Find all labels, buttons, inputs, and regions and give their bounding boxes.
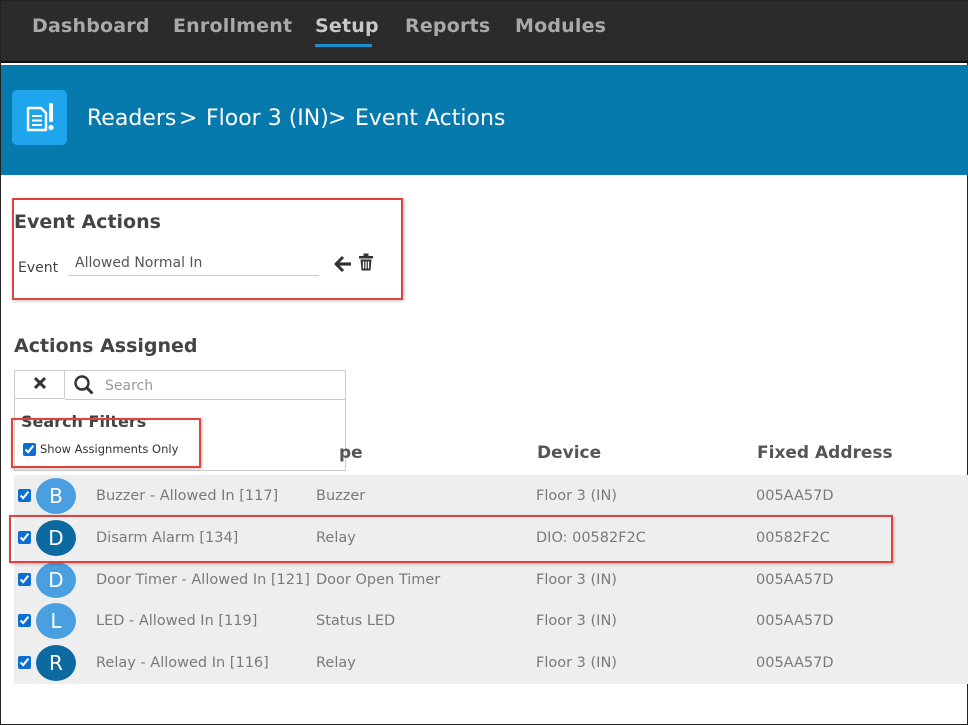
nav-active-indicator (315, 44, 372, 47)
row-checkbox[interactable] (18, 614, 31, 627)
breadcrumb-separator: > (179, 106, 198, 131)
action-name: Relay - Allowed In [116] (96, 655, 269, 671)
table-row[interactable]: R Relay - Allowed In [116] Relay Floor 3… (14, 642, 968, 684)
nav-enrollment[interactable]: Enrollment (173, 15, 292, 37)
column-header-fixed-address[interactable]: Fixed Address (757, 443, 893, 463)
trash-icon[interactable] (358, 253, 374, 275)
show-assignments-label: Show Assignments Only (40, 442, 179, 456)
action-address: 005AA57D (756, 572, 834, 588)
table-row[interactable]: D Door Timer - Allowed In [121] Door Ope… (14, 559, 968, 601)
action-device: Floor 3 (IN) (536, 572, 617, 588)
show-assignments-checkbox[interactable] (23, 442, 36, 456)
event-actions-title: Event Actions (14, 211, 161, 233)
event-label: Event (18, 260, 59, 276)
row-checkbox[interactable] (18, 573, 31, 586)
table-row[interactable]: B Buzzer - Allowed In [117] Buzzer Floor… (14, 475, 968, 517)
search-input[interactable] (105, 376, 340, 396)
actions-assigned-title: Actions Assigned (14, 335, 198, 357)
search-icon (73, 374, 95, 396)
top-nav: Dashboard Enrollment Setup Reports Modul… (1, 1, 968, 63)
action-device: Floor 3 (IN) (536, 488, 617, 504)
actions-table: B Buzzer - Allowed In [117] Buzzer Floor… (14, 475, 968, 684)
search-filters-title: Search Filters (21, 412, 147, 431)
action-address: 00582F2C (756, 530, 830, 546)
arrow-left-icon[interactable] (334, 255, 352, 277)
reader-alert-icon (12, 90, 67, 145)
action-type: Door Open Timer (316, 572, 441, 588)
nav-setup[interactable]: Setup (315, 15, 379, 37)
column-header-type[interactable]: pe (339, 443, 363, 463)
action-type: Buzzer (316, 488, 366, 504)
action-type: Relay (316, 655, 356, 671)
breadcrumb-separator: > (328, 106, 347, 131)
action-address: 005AA57D (756, 613, 834, 629)
breadcrumb-current: Event Actions (355, 106, 506, 131)
row-checkbox[interactable] (18, 489, 31, 502)
page-header: Readers > Floor 3 (IN) > Event Actions (1, 65, 968, 175)
divider (65, 399, 345, 400)
table-row[interactable]: D Disarm Alarm [134] Relay DIO: 00582F2C… (14, 517, 968, 559)
nav-modules[interactable]: Modules (515, 15, 606, 37)
action-type: Status LED (316, 613, 396, 629)
avatar: B (36, 478, 76, 514)
action-name: Buzzer - Allowed In [117] (96, 488, 279, 504)
action-name: Door Timer - Allowed In [121] (96, 572, 310, 588)
action-name: LED - Allowed In [119] (96, 613, 258, 629)
avatar: D (36, 520, 76, 556)
action-device: Floor 3 (IN) (536, 613, 617, 629)
avatar: L (36, 603, 76, 639)
action-type: Relay (316, 530, 356, 546)
action-address: 005AA57D (756, 488, 834, 504)
column-header-device[interactable]: Device (537, 443, 601, 463)
clear-search-button[interactable] (15, 371, 65, 399)
action-device: Floor 3 (IN) (536, 655, 617, 671)
row-checkbox[interactable] (18, 531, 31, 544)
action-address: 005AA57D (756, 655, 834, 671)
action-device: DIO: 00582F2C (536, 530, 646, 546)
table-row[interactable]: L LED - Allowed In [119] Status LED Floo… (14, 600, 968, 642)
show-assignments-toggle[interactable]: Show Assignments Only (23, 442, 178, 456)
avatar: D (36, 562, 76, 598)
breadcrumb-floor[interactable]: Floor 3 (IN) (206, 106, 329, 131)
nav-dashboard[interactable]: Dashboard (32, 15, 150, 37)
nav-reports[interactable]: Reports (405, 15, 490, 37)
avatar: R (36, 645, 76, 681)
close-icon (33, 375, 47, 394)
event-field[interactable] (68, 251, 319, 276)
row-checkbox[interactable] (18, 656, 31, 669)
action-name: Disarm Alarm [134] (96, 530, 239, 546)
breadcrumb-readers[interactable]: Readers (87, 106, 176, 131)
